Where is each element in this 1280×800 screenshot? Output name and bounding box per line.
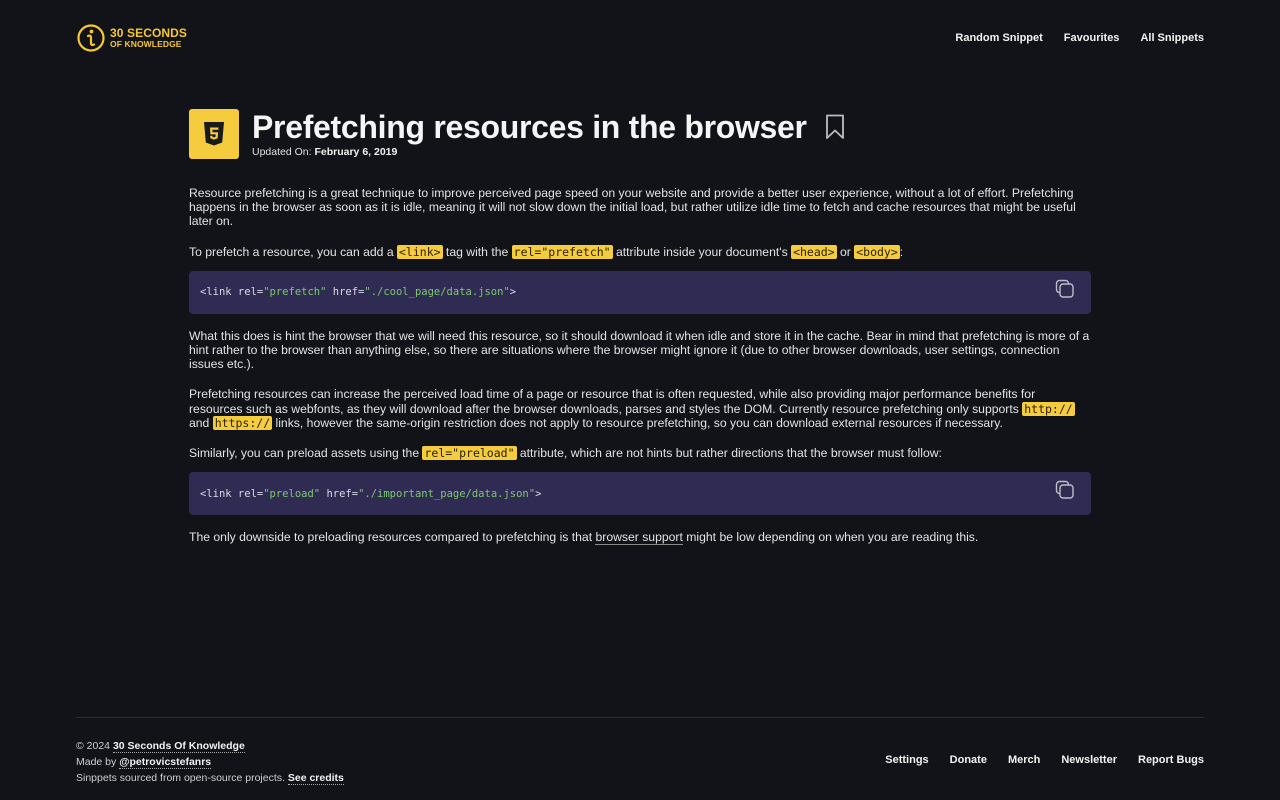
code-string: "./cool_page/data.json" [364,286,510,299]
paragraph-4: Prefetching resources can increase the p… [189,387,1091,430]
text: attribute, which are not hints but rathe… [516,446,942,461]
paragraph-2: To prefetch a resource, you can add a <l… [189,244,1091,259]
footer-info: © 2024 30 Seconds Of Knowledge Made by @… [76,738,344,786]
paragraph-3: What this does is hint the browser that … [189,328,1090,372]
inline-code: https:// [212,415,273,430]
footer-settings[interactable]: Settings [885,754,928,766]
article-body: Resource prefetching is a great techniqu… [189,186,1091,546]
code-block-prefetch: <link rel="prefetch" href="./cool_page/d… [189,270,1091,314]
footer-merch[interactable]: Merch [1008,754,1040,766]
paragraph-5: Similarly, you can preload assets using … [189,446,1091,461]
inline-code: rel="preload" [422,446,517,461]
text: Prefetching resources can increase the p… [189,387,1036,416]
copy-icon [1055,481,1074,499]
code-token: href= [326,286,365,299]
inline-code: rel="prefetch" [511,244,613,259]
paragraph-6: The only downside to preloading resource… [189,530,1091,546]
footer-nav: Settings Donate Merch Newsletter Report … [885,754,1204,766]
bookmark-icon [825,114,844,139]
language-badge [189,109,239,159]
article-header: Prefetching resources in the browser Upd… [189,109,1091,159]
logo-line-1: 30 SECONDS [110,25,188,40]
html5-icon [204,122,224,146]
code-block-preload: <link rel="preload" href="./important_pa… [189,472,1091,516]
site-link[interactable]: 30 Seconds Of Knowledge [112,740,245,753]
code-token: > [509,286,517,299]
text: or [836,244,855,259]
article: Prefetching resources in the browser Upd… [189,109,1091,560]
bookmark-button[interactable] [824,113,846,141]
code-snippet: <link rel="prefetch" href="./cool_page/d… [200,285,516,299]
text: and [189,415,213,430]
copyright-line: © 2024 30 Seconds Of Knowledge [76,738,344,754]
copy-button[interactable] [1055,279,1075,299]
copyright-text: © 2024 [76,740,113,752]
footer-newsletter[interactable]: Newsletter [1061,754,1117,766]
text: The only downside to preloading resource… [189,530,596,545]
footer-report-bugs[interactable]: Report Bugs [1138,754,1204,766]
updated-label: Updated On: [252,146,312,158]
author-line: Made by @petrovicstefanrs [76,754,344,770]
site-footer: © 2024 30 Seconds Of Knowledge Made by @… [76,717,1204,785]
nav-random-snippet[interactable]: Random Snippet [955,32,1042,44]
updated-value: February 6, 2019 [314,146,398,158]
credits-line: Sinppets sourced from open-source projec… [76,770,344,786]
text: links, however the same-origin restricti… [272,415,1003,430]
sourced-text: Sinppets sourced from open-source projec… [76,772,288,784]
text: : [899,244,904,259]
text: attribute inside your document's [612,244,792,259]
inline-code: <link> [397,244,443,259]
browser-support-link[interactable]: browser support [595,530,683,546]
text: To prefetch a resource, you can add a [189,244,397,259]
code-token: <link rel= [200,487,264,500]
footer-donate[interactable]: Donate [950,754,987,766]
text: might be low depending on when you are r… [682,530,979,545]
text: tag with the [442,244,512,259]
logo-icon [77,24,105,52]
code-token: <link rel= [200,286,264,299]
nav-favourites[interactable]: Favourites [1064,32,1120,44]
updated-date: Updated On: February 6, 2019 [252,146,846,158]
code-token: href= [320,487,359,500]
nav-all-snippets[interactable]: All Snippets [1140,32,1204,44]
code-snippet: <link rel="preload" href="./important_pa… [200,487,541,501]
page-title: Prefetching resources in the browser [252,109,807,145]
inline-code: <head> [791,244,837,259]
main-nav: Random Snippet Favourites All Snippets [955,32,1204,44]
text: Similarly, you can preload assets using … [189,446,423,461]
author-link[interactable]: @petrovicstefanrs [119,756,212,769]
code-string: "./important_page/data.json" [358,487,536,500]
copy-icon [1055,279,1074,298]
inline-code: <body> [854,244,900,259]
code-string: "preload" [263,487,321,500]
made-by-text: Made by [76,756,120,768]
logo-line-2: OF KNOWLEDGE [110,38,182,49]
site-header: 30 SECONDS OF KNOWLEDGE Random Snippet F… [0,0,1280,76]
paragraph-1: Resource prefetching is a great techniqu… [189,186,1076,229]
credits-link[interactable]: See credits [287,772,344,785]
site-logo[interactable]: 30 SECONDS OF KNOWLEDGE [76,23,187,53]
inline-code: http:// [1022,401,1075,416]
code-string: "prefetch" [263,286,327,299]
copy-button[interactable] [1055,480,1075,500]
code-token: > [535,487,542,500]
